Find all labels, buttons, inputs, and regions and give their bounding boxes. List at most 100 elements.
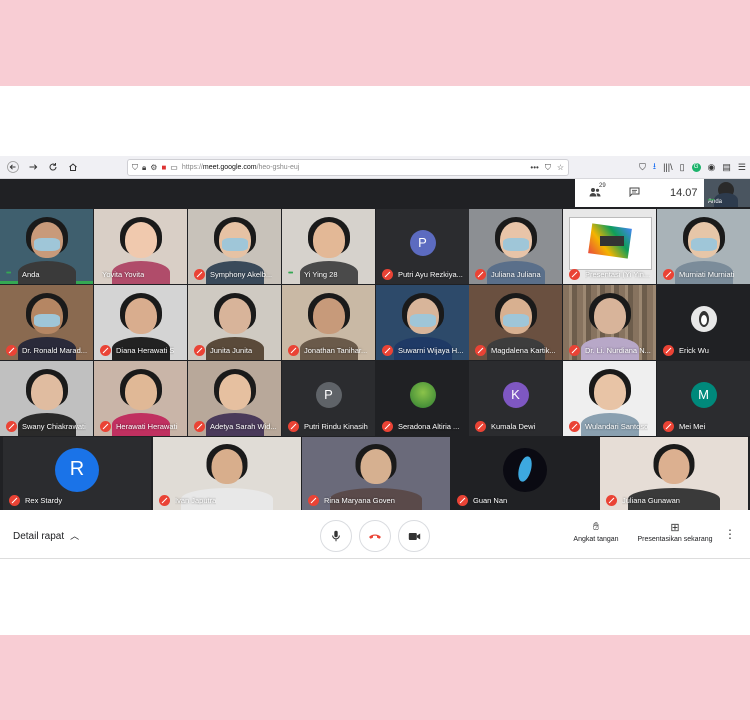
participant-name: Yovita Yovita: [102, 270, 145, 279]
mic-muted-icon: [606, 495, 617, 506]
bookmark-star-icon[interactable]: ☆: [557, 163, 564, 172]
profile-picture: [690, 305, 717, 332]
participant-name: Swany Chiakrawati: [22, 422, 86, 431]
participant-tile[interactable]: P Putri Rindu Kinasih: [282, 361, 375, 436]
participant-name: Erick Wu: [679, 346, 709, 355]
participant-tile[interactable]: Juliana Gunawan: [600, 437, 748, 510]
participant-tile[interactable]: Junita Junita: [188, 285, 281, 360]
participant-video: [218, 374, 251, 410]
participant-video: [124, 374, 157, 410]
mic-muted-icon: [382, 421, 393, 432]
present-now-button[interactable]: ⊞ Presentasikan sekarang: [632, 521, 718, 543]
extension-icon[interactable]: ▤: [722, 162, 731, 173]
mic-muted-icon: [9, 495, 20, 506]
mic-muted-icon: [194, 269, 205, 280]
present-screen-icon: ⊞: [670, 522, 680, 534]
chat-icon[interactable]: [629, 187, 640, 200]
participant-tile[interactable]: Juliana Juliana: [469, 209, 562, 284]
camera-toggle-button[interactable]: [398, 520, 430, 552]
participant-tile[interactable]: Murniati Murniati: [657, 209, 750, 284]
mic-muted-icon: [382, 345, 393, 356]
participant-name: Symphony Akelb...: [210, 270, 273, 279]
participant-tile[interactable]: Herawati Herawati: [94, 361, 187, 436]
participant-tile[interactable]: M Mei Mei: [657, 361, 750, 436]
participant-name: Yi Ying 28: [304, 270, 338, 279]
participant-tile[interactable]: Presentasi (Yi Yin...: [563, 209, 656, 284]
participant-tile[interactable]: Dr. Li. Nurdiana N...: [563, 285, 656, 360]
mic-muted-icon: [457, 495, 468, 506]
participants-icon[interactable]: 29: [589, 183, 606, 200]
participant-tile[interactable]: Suwarni Wijaya H...: [376, 285, 469, 360]
participant-avatar: R: [55, 447, 99, 492]
self-view-thumbnail[interactable]: Anda •••: [704, 179, 750, 207]
participant-name: Rina Maryana Goven: [324, 496, 395, 505]
meeting-details-toggle[interactable]: Detail rapat ︿: [13, 529, 79, 542]
shield-icon[interactable]: ⛉: [132, 163, 138, 173]
participant-video: [312, 222, 345, 258]
participant-video: [658, 449, 690, 484]
participant-tile[interactable]: Guan Nan: [451, 437, 599, 510]
participant-tile[interactable]: Wulandari Santoso: [563, 361, 656, 436]
profile-picture: [409, 381, 436, 408]
mic-muted-icon: [382, 269, 393, 280]
participant-avatar: K: [502, 381, 529, 408]
participant-tile[interactable]: Yovita Yovita: [94, 209, 187, 284]
participant-name: Putri Rindu Kinasih: [304, 422, 368, 431]
participant-tile[interactable]: ••• Anda: [0, 209, 93, 284]
reload-icon[interactable]: [44, 158, 62, 176]
permissions-icon[interactable]: ⚙: [150, 163, 157, 172]
participant-tile[interactable]: Seradona Altiria ...: [376, 361, 469, 436]
camera-permission-icon[interactable]: ■: [161, 163, 166, 172]
forward-arrow-icon[interactable]: [24, 158, 42, 176]
grammarly-extension-icon[interactable]: G: [691, 162, 701, 172]
participant-tile[interactable]: Erick Wu: [657, 285, 750, 360]
participant-tile[interactable]: Rina Maryana Goven: [302, 437, 450, 510]
participant-name: Suwarni Wijaya H...: [398, 346, 464, 355]
mic-icon: [332, 530, 340, 542]
mic-muted-icon: [288, 345, 299, 356]
mic-muted-icon: [288, 421, 299, 432]
participant-tile[interactable]: Adetya Sarah Wid...: [188, 361, 281, 436]
mic-toggle-button[interactable]: [320, 520, 352, 552]
participant-video: [211, 449, 243, 484]
back-arrow-icon[interactable]: [4, 158, 22, 176]
participant-name: Mei Mei: [679, 422, 706, 431]
mic-muted-icon: [663, 269, 674, 280]
library-icon[interactable]: |||\: [663, 162, 673, 172]
home-icon[interactable]: [64, 158, 82, 176]
participant-tile[interactable]: ••• Yi Ying 28: [282, 209, 375, 284]
screen-share-permission-icon[interactable]: ▭: [170, 163, 178, 172]
page-actions-icon[interactable]: •••: [530, 163, 538, 172]
participant-name: Junita Junita: [210, 346, 253, 355]
participant-tile[interactable]: Magdalena Kartik...: [469, 285, 562, 360]
url-text: https://meet.google.com/heo-gshu-euj: [181, 164, 300, 171]
participant-tile[interactable]: Dr. Ronald Marad...: [0, 285, 93, 360]
participant-tile[interactable]: Diana Herawati S: [94, 285, 187, 360]
participant-name: Diana Herawati S: [116, 346, 175, 355]
menu-icon[interactable]: ☰: [738, 162, 746, 173]
participant-tile[interactable]: Symphony Akelb...: [188, 209, 281, 284]
mic-muted-icon: [159, 495, 170, 506]
participant-tile[interactable]: P Putri Ayu Rezkiya...: [376, 209, 469, 284]
participant-name: Dr. Li. Nurdiana N...: [585, 346, 651, 355]
pocket-save-icon[interactable]: ⛉: [639, 162, 646, 173]
pocket-icon[interactable]: ⛉: [545, 163, 551, 173]
account-icon[interactable]: ◉: [708, 162, 716, 173]
more-vertical-icon[interactable]: ⋮: [724, 527, 736, 541]
participant-name: Seradona Altiria ...: [398, 422, 460, 431]
mic-muted-icon: [569, 345, 580, 356]
lock-icon[interactable]: 🔒︎: [142, 163, 146, 173]
toolbar-right-icons: ⛉ ⭳ |||\ ▯ G ◉ ▤ ☰: [639, 156, 746, 178]
download-icon[interactable]: ⭳: [653, 159, 656, 175]
participant-tile[interactable]: R Rex Stardy: [3, 437, 151, 510]
raise-hand-button[interactable]: ✋︎ Angkat tangan: [566, 521, 626, 543]
camera-icon: [408, 532, 420, 540]
mic-muted-icon: [475, 421, 486, 432]
participant-tile[interactable]: Swany Chiakrawati: [0, 361, 93, 436]
participant-tile[interactable]: Jonathan Tanihar...: [282, 285, 375, 360]
participant-tile[interactable]: K Kumala Dewi: [469, 361, 562, 436]
sidebar-icon[interactable]: ▯: [680, 162, 685, 173]
url-bar[interactable]: ⛉ 🔒︎ ⚙ ■ ▭ https://meet.google.com/heo-g…: [127, 159, 569, 176]
participant-tile[interactable]: Ivan Japutra: [153, 437, 301, 510]
end-call-button[interactable]: [359, 520, 391, 552]
